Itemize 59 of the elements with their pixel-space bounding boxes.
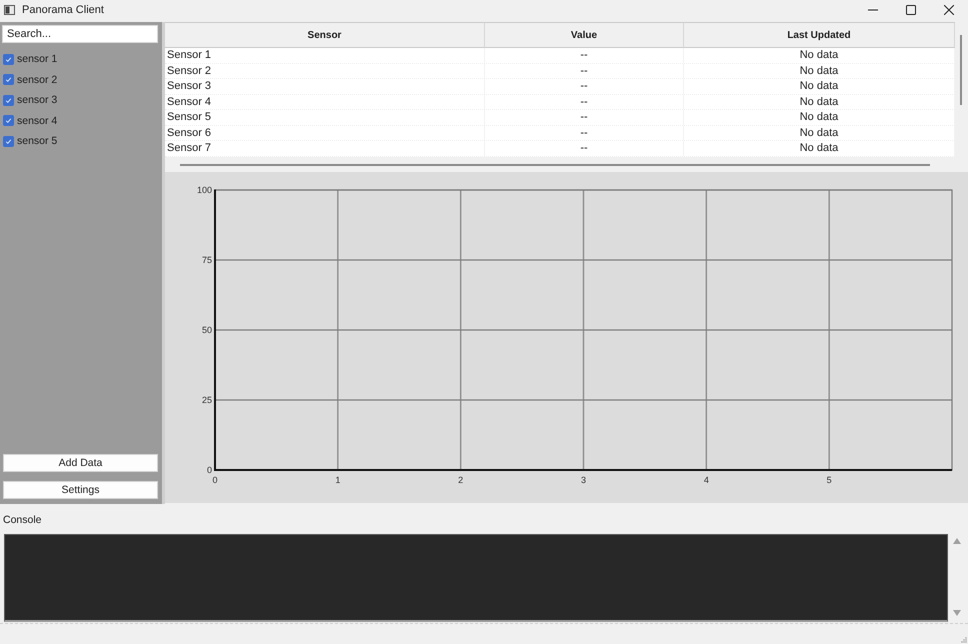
table-cell: -- [485, 79, 684, 94]
resize-grip-icon[interactable] [961, 637, 967, 643]
x-tick-label: 3 [581, 475, 586, 485]
x-tick-label: 0 [212, 475, 218, 485]
y-tick-label: 0 [206, 465, 212, 475]
checkbox[interactable] [3, 136, 14, 147]
table-cell: Sensor 7 [165, 141, 485, 156]
checkbox[interactable] [3, 115, 14, 126]
checkbox[interactable] [3, 54, 14, 65]
y-tick-label: 25 [202, 395, 212, 405]
vertical-scrollbar[interactable] [960, 35, 962, 105]
y-tick-label: 100 [196, 185, 212, 195]
table-cell: -- [485, 110, 684, 124]
maximize-icon [906, 5, 916, 15]
table-cell: Sensor 3 [165, 79, 485, 94]
column-header[interactable]: Last Updated [684, 22, 955, 48]
table-cell: -- [485, 64, 684, 78]
table-cell: No data [684, 110, 955, 124]
table-cell: No data [684, 48, 955, 62]
add-data-button[interactable]: Add Data [3, 454, 158, 472]
y-tick-label: 75 [202, 255, 212, 265]
sensor-label: sensor 3 [17, 94, 58, 106]
table-cell: -- [485, 126, 684, 140]
table-cell: Sensor 1 [165, 48, 485, 62]
checkbox[interactable] [3, 74, 14, 86]
table-cell: No data [684, 64, 955, 78]
x-tick-label: 1 [335, 475, 340, 485]
sensor-label: sensor 1 [17, 53, 58, 66]
table-cell: -- [485, 48, 684, 62]
close-icon [944, 5, 954, 15]
y-tick-label: 50 [202, 325, 212, 335]
x-tick-label: 5 [826, 475, 832, 485]
table-cell: No data [684, 126, 955, 140]
x-tick-label: 2 [458, 475, 464, 485]
table-cell: Sensor 4 [165, 94, 485, 109]
console-label: Console [3, 514, 42, 526]
table-cell: -- [485, 141, 684, 156]
table-cell: No data [684, 79, 955, 94]
table-cell: Sensor 2 [165, 64, 485, 78]
column-header[interactable]: Sensor [165, 22, 485, 48]
sensor-label: sensor 2 [17, 74, 58, 86]
table-cell: Sensor 6 [165, 126, 485, 140]
window-title: Panorama Client [22, 4, 105, 16]
scroll-up-icon[interactable] [952, 538, 960, 544]
table-cell: No data [684, 94, 955, 109]
sensor-label: sensor 5 [17, 135, 58, 148]
table-cell: Sensor 5 [165, 110, 485, 124]
column-header[interactable]: Value [485, 22, 684, 48]
search-field[interactable]: Search... [2, 25, 158, 43]
checkbox[interactable] [3, 94, 14, 106]
sensor-label: sensor 4 [17, 114, 58, 127]
scroll-down-icon[interactable] [952, 610, 960, 616]
settings-button[interactable]: Settings [3, 481, 158, 499]
console-output[interactable] [4, 534, 948, 622]
x-tick-label: 4 [704, 475, 709, 485]
table-cell: -- [485, 94, 684, 109]
horizontal-scrollbar[interactable] [180, 164, 930, 166]
table-cell: No data [684, 141, 955, 156]
app-icon [4, 5, 15, 15]
